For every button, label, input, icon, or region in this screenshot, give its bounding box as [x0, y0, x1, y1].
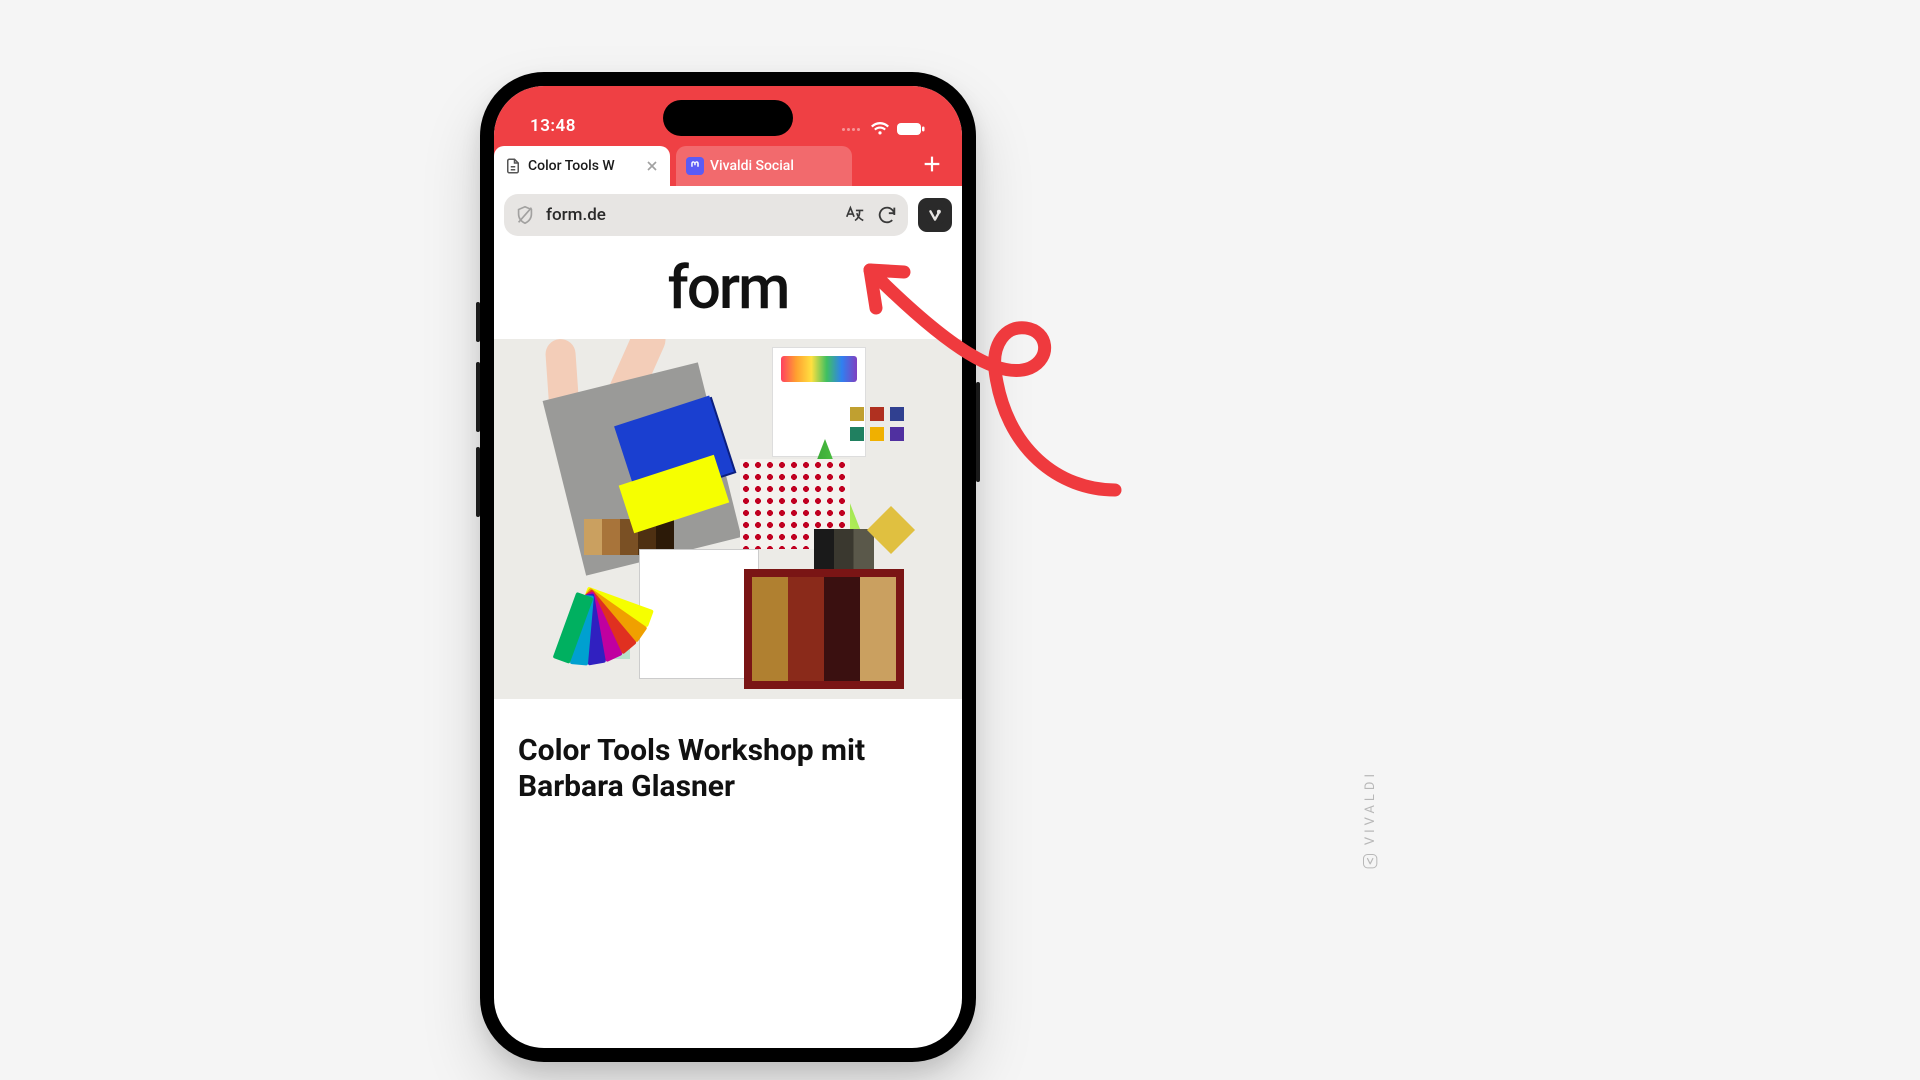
- plus-icon: [921, 153, 943, 175]
- new-tab-button[interactable]: [910, 142, 954, 186]
- vivaldi-menu-button[interactable]: [918, 198, 952, 232]
- article-title: Color Tools Workshop mit Barbara Glasner: [494, 699, 962, 825]
- close-icon[interactable]: [644, 158, 660, 174]
- page-icon: [504, 157, 522, 175]
- status-time: 13:48: [530, 116, 576, 136]
- phone-screen: 13:48 Color Tools W Vivaldi Social: [494, 86, 962, 1048]
- webpage-content: form: [494, 242, 962, 825]
- wifi-icon: [870, 122, 890, 136]
- vivaldi-icon: [924, 204, 946, 226]
- address-bar-row: form.de: [494, 186, 962, 242]
- translate-icon[interactable]: [844, 204, 866, 226]
- mastodon-icon: [686, 157, 704, 175]
- tab-label: Vivaldi Social: [710, 158, 842, 174]
- article-hero-image: [494, 339, 962, 699]
- phone-frame: 13:48 Color Tools W Vivaldi Social: [480, 72, 976, 1062]
- tab-label: Color Tools W: [528, 158, 638, 174]
- battery-icon: [896, 122, 926, 136]
- dynamic-island: [663, 100, 793, 136]
- reload-icon[interactable]: [876, 204, 898, 226]
- site-logo[interactable]: form: [494, 242, 962, 339]
- watermark-text: VIVALDI: [1363, 770, 1378, 845]
- cellular-dots-icon: [842, 128, 860, 131]
- address-bar[interactable]: form.de: [504, 194, 908, 236]
- vivaldi-icon: [1362, 853, 1378, 869]
- side-button: [476, 362, 480, 432]
- tab-strip: Color Tools W Vivaldi Social: [494, 142, 962, 186]
- side-button: [476, 302, 480, 342]
- address-url: form.de: [546, 205, 834, 225]
- tracker-shield-icon[interactable]: [514, 204, 536, 226]
- side-button: [976, 382, 980, 482]
- tab-inactive[interactable]: Vivaldi Social: [676, 146, 852, 186]
- vivaldi-watermark: VIVALDI: [1362, 770, 1378, 869]
- tab-active[interactable]: Color Tools W: [494, 146, 670, 186]
- side-button: [476, 447, 480, 517]
